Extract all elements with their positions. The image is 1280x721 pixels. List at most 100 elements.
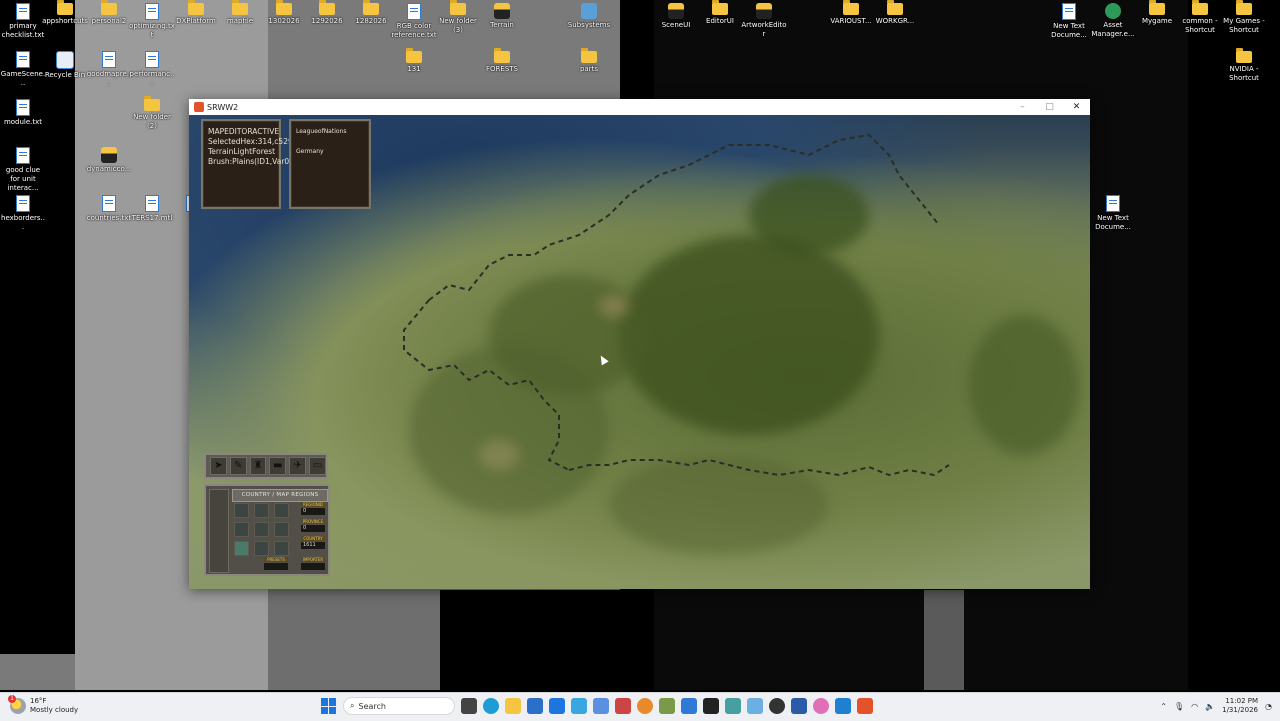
desktop-icon[interactable]: module.txt bbox=[0, 99, 46, 127]
province-field[interactable]: 0 bbox=[301, 525, 325, 532]
region-cell[interactable] bbox=[254, 503, 269, 518]
desktop-icon[interactable]: performanc... bbox=[129, 51, 175, 88]
taskview-icon[interactable] bbox=[461, 698, 477, 714]
desktop-icon[interactable]: personal2 bbox=[86, 0, 132, 26]
desktop-icon[interactable]: GameScene... bbox=[0, 51, 46, 88]
desktop-icon-label: optimizing.txt bbox=[129, 22, 175, 39]
desktop-icon[interactable]: TERS17.mtl bbox=[129, 195, 175, 223]
headphones-icon[interactable] bbox=[769, 698, 785, 714]
importer-field[interactable] bbox=[301, 563, 325, 570]
desktop-icon[interactable]: good clue for unit interac... bbox=[0, 147, 46, 193]
window-title: SRWW2 bbox=[207, 102, 239, 112]
start-button[interactable] bbox=[321, 698, 337, 714]
chevron-up-icon[interactable]: ⌃ bbox=[1160, 702, 1167, 711]
game-window[interactable]: SRWW2 – □ ✕ MAPEDITORACTIVE SelectedHex:… bbox=[189, 99, 1090, 589]
region-cell[interactable] bbox=[234, 522, 249, 537]
desktop-icon[interactable]: EditorUI bbox=[697, 0, 743, 26]
region-cell[interactable] bbox=[234, 503, 249, 518]
desktop-icon[interactable]: New Text Docume... bbox=[1046, 3, 1092, 40]
wifi-icon[interactable]: ◠ bbox=[1191, 702, 1198, 711]
artillery-tool-icon[interactable]: ✈ bbox=[289, 457, 307, 475]
desktop-icon-label: module.txt bbox=[3, 118, 43, 126]
desktop-icon[interactable]: primary checklist.txt bbox=[0, 3, 46, 40]
desktop-icon[interactable]: dynamicco... bbox=[86, 147, 132, 174]
desktop-icon[interactable]: 1282026 bbox=[348, 0, 394, 26]
tools-icon[interactable] bbox=[659, 698, 675, 714]
desktop-icon[interactable]: RGB color reference.txt bbox=[391, 3, 437, 40]
desktop-icon[interactable]: appshortcuts bbox=[42, 0, 88, 26]
desktop-icon[interactable]: VARIOUST... bbox=[828, 0, 874, 26]
outlook-icon[interactable] bbox=[527, 698, 543, 714]
desktop-icon[interactable]: DXPlatform bbox=[173, 0, 219, 26]
window-titlebar[interactable]: SRWW2 – □ ✕ bbox=[189, 99, 1090, 115]
desktop-icon[interactable]: optimizing.txt bbox=[129, 3, 175, 40]
unit-tool-icon[interactable]: ♜ bbox=[249, 457, 267, 475]
minimize-button[interactable]: – bbox=[1009, 99, 1036, 115]
desktop-icon[interactable]: 1302026 bbox=[261, 0, 307, 26]
region-id-field[interactable]: 0 bbox=[301, 508, 325, 515]
desktop-icon[interactable]: SceneUI bbox=[653, 3, 699, 30]
brush-tool-icon[interactable]: ✎ bbox=[229, 457, 247, 475]
desktop-icon[interactable]: New folder (2) bbox=[129, 96, 175, 131]
maximize-button[interactable]: □ bbox=[1036, 99, 1063, 115]
copilot-icon[interactable] bbox=[813, 698, 829, 714]
document-icon[interactable] bbox=[681, 698, 697, 714]
map-viewport[interactable]: MAPEDITORACTIVE SelectedHex:314,c529 Ter… bbox=[189, 115, 1090, 589]
region-cell[interactable] bbox=[274, 522, 289, 537]
desktop-icon[interactable]: hexborders... bbox=[0, 195, 46, 232]
notification-icon[interactable]: ◔ bbox=[1265, 702, 1272, 711]
paint-icon[interactable] bbox=[593, 698, 609, 714]
select-tool-icon[interactable]: ➤ bbox=[210, 457, 227, 475]
desktop-icon[interactable]: Asset Manager.e... bbox=[1090, 3, 1136, 39]
edge-icon[interactable] bbox=[483, 698, 499, 714]
desktop-icon-label: hexborders... bbox=[1, 214, 45, 231]
desktop-icon[interactable]: New folder (3) bbox=[435, 0, 481, 35]
terminal-icon[interactable] bbox=[703, 698, 719, 714]
region-cell[interactable] bbox=[274, 541, 289, 556]
desktop-icon[interactable]: common - Shortcut bbox=[1177, 0, 1223, 35]
desktop-icon[interactable]: mapfile bbox=[217, 0, 263, 26]
desktop-icon[interactable]: parts bbox=[566, 48, 612, 74]
notepad-icon[interactable] bbox=[571, 698, 587, 714]
desktop-icon[interactable]: Mygame bbox=[1134, 0, 1180, 26]
region-cell[interactable] bbox=[234, 541, 249, 556]
desktop-icon[interactable]: 1292026 bbox=[304, 0, 350, 26]
desktop-icon[interactable]: New Text Docume... bbox=[1090, 195, 1136, 232]
settings-tool-icon[interactable]: ▭ bbox=[309, 457, 326, 475]
region-cell[interactable] bbox=[254, 541, 269, 556]
desktop-icon-label: RGB color reference.txt bbox=[391, 22, 437, 39]
desktop-icon[interactable]: goodmapre... bbox=[86, 51, 132, 88]
region-cell[interactable] bbox=[254, 522, 269, 537]
presets-field[interactable] bbox=[264, 563, 288, 570]
desktop-icon[interactable]: FORESTS bbox=[479, 48, 525, 74]
powershell-icon[interactable] bbox=[791, 698, 807, 714]
desktop-icon[interactable]: NVIDIA - Shortcut bbox=[1221, 48, 1267, 83]
microphone-icon[interactable]: 🎙 bbox=[1174, 702, 1184, 711]
desktop-icon[interactable]: WORKGR... bbox=[872, 0, 918, 26]
desktop-icon[interactable]: My Games - Shortcut bbox=[1221, 0, 1267, 35]
store-icon[interactable] bbox=[549, 698, 565, 714]
clock[interactable]: 11:02 PM 1/31/2026 bbox=[1222, 697, 1258, 715]
close-button[interactable]: ✕ bbox=[1063, 99, 1090, 115]
vscode-icon[interactable] bbox=[835, 698, 851, 714]
desktop-icon[interactable]: 131 bbox=[391, 48, 437, 74]
weather-widget[interactable]: 1 16°F Mostly cloudy bbox=[8, 695, 78, 715]
search-box[interactable]: ⌕ Search bbox=[343, 697, 455, 715]
file-explorer-icon[interactable] bbox=[505, 698, 521, 714]
desktop-icon[interactable]: Subsystems bbox=[566, 3, 612, 30]
region-cell[interactable] bbox=[274, 503, 289, 518]
blender-icon[interactable] bbox=[637, 698, 653, 714]
srww2-taskbar-icon[interactable] bbox=[857, 698, 873, 714]
game-icon[interactable] bbox=[615, 698, 631, 714]
photos-icon[interactable] bbox=[747, 698, 763, 714]
snipping-icon[interactable] bbox=[725, 698, 741, 714]
desktop-icon[interactable]: Recycle Bin bbox=[42, 51, 88, 80]
desktop-icon[interactable]: Terrain bbox=[479, 3, 525, 30]
info-line-mode: MAPEDITORACTIVE bbox=[208, 127, 280, 136]
desktop-icon[interactable]: ArtworkEditor bbox=[741, 3, 787, 39]
country-field[interactable]: 1611 bbox=[301, 542, 325, 549]
country-map-regions-tab[interactable]: COUNTRY / MAP REGIONS bbox=[232, 489, 328, 502]
volume-icon[interactable]: 🔈 bbox=[1205, 702, 1215, 711]
terrain-tool-icon[interactable]: ▬ bbox=[269, 457, 287, 475]
desktop-icon[interactable]: countries.txt bbox=[86, 195, 132, 223]
